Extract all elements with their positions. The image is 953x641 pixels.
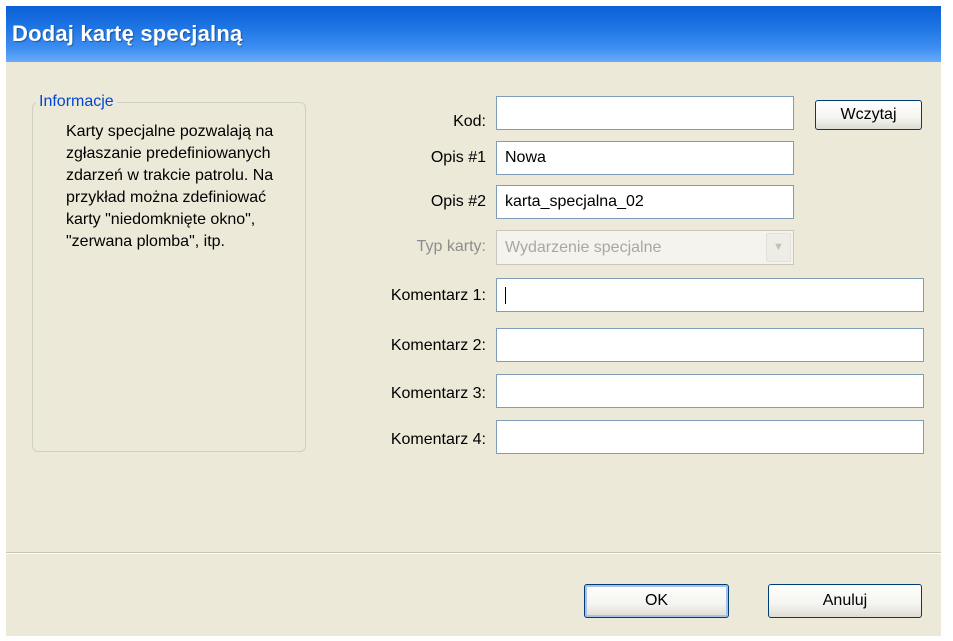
komentarz2-input[interactable] <box>496 328 924 362</box>
komentarz1-text[interactable] <box>497 279 923 311</box>
dialog-title: Dodaj kartę specjalną <box>12 21 243 46</box>
opis2-input[interactable] <box>496 185 794 219</box>
info-legend: Informacje <box>36 93 117 111</box>
typ-karty-select[interactable]: Wydarzenie specjalne ▼ <box>496 230 794 265</box>
ok-button[interactable]: OK <box>584 584 729 618</box>
opis1-label: Opis #1 <box>430 149 486 166</box>
cancel-button[interactable]: Anuluj <box>768 584 922 618</box>
typ-karty-label: Typ karty: <box>416 238 486 255</box>
komentarz4-input[interactable] <box>496 420 924 454</box>
title-bar[interactable]: Dodaj kartę specjalną <box>6 6 941 62</box>
typ-karty-value: Wydarzenie specjalne <box>505 239 662 256</box>
footer-divider <box>6 552 941 554</box>
komentarz3-input[interactable] <box>496 374 924 408</box>
chevron-down-icon: ▼ <box>773 241 784 253</box>
opis1-input[interactable] <box>496 141 794 175</box>
komentarz3-label: Komentarz 3: <box>390 385 486 402</box>
opis2-label: Opis #2 <box>430 193 486 210</box>
info-text: Karty specjalne pozwalają na zgłaszanie … <box>66 123 274 250</box>
komentarz1-input[interactable] <box>496 278 924 312</box>
dialog: Dodaj kartę specjalną Informacje Karty s… <box>6 6 941 636</box>
komentarz4-label: Komentarz 4: <box>390 431 486 448</box>
kod-input[interactable] <box>496 96 794 130</box>
komentarz2-label: Komentarz 2: <box>390 337 486 354</box>
kod-label: Kod: <box>453 113 486 130</box>
komentarz1-label: Komentarz 1: <box>390 287 486 304</box>
load-button[interactable]: Wczytaj <box>815 100 922 130</box>
combo-dropdown-button[interactable]: ▼ <box>766 233 791 262</box>
